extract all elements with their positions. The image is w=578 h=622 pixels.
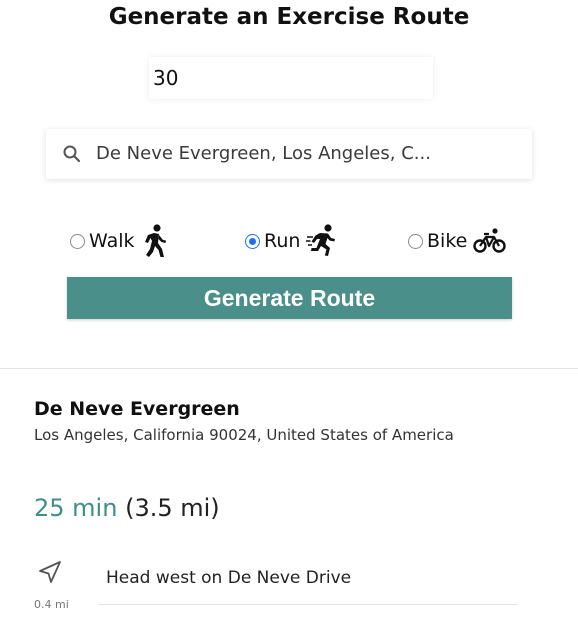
- route-summary: 25 min (3.5 mi): [34, 494, 220, 522]
- run-radio[interactable]: [245, 233, 260, 249]
- generate-route-button[interactable]: Generate Route: [67, 277, 512, 319]
- bike-radio[interactable]: [408, 233, 423, 249]
- run-label[interactable]: Run: [264, 230, 300, 252]
- place-name: De Neve Evergreen: [34, 398, 240, 420]
- route-distance: (3.5 mi): [125, 494, 220, 522]
- walk-icon: [144, 224, 166, 257]
- minutes-input[interactable]: [149, 57, 433, 99]
- step-divider: [98, 604, 518, 605]
- route-form: Generate an Exercise Route De Neve Everg…: [0, 0, 578, 368]
- location-search-box[interactable]: De Neve Evergreen, Los Angeles, C...: [46, 129, 532, 179]
- location-search-value[interactable]: De Neve Evergreen, Los Angeles, C...: [96, 143, 431, 164]
- section-divider: [0, 368, 578, 369]
- run-icon: [306, 224, 336, 256]
- mode-walk[interactable]: Walk: [70, 224, 169, 258]
- place-address: Los Angeles, California 90024, United St…: [34, 426, 454, 444]
- bike-icon: [473, 228, 507, 253]
- page-title: Generate an Exercise Route: [108, 4, 470, 30]
- bike-label[interactable]: Bike: [427, 230, 467, 252]
- mode-bike[interactable]: Bike: [408, 224, 507, 258]
- walk-label[interactable]: Walk: [89, 230, 135, 252]
- search-icon: [63, 145, 81, 163]
- step-instruction: Head west on De Neve Drive: [106, 568, 352, 588]
- step-distance: 0.4 mi: [34, 598, 69, 611]
- navigation-arrow-icon: [39, 561, 61, 583]
- route-duration: 25 min: [34, 494, 118, 522]
- mode-run[interactable]: Run: [245, 224, 338, 258]
- walk-radio[interactable]: [70, 233, 85, 249]
